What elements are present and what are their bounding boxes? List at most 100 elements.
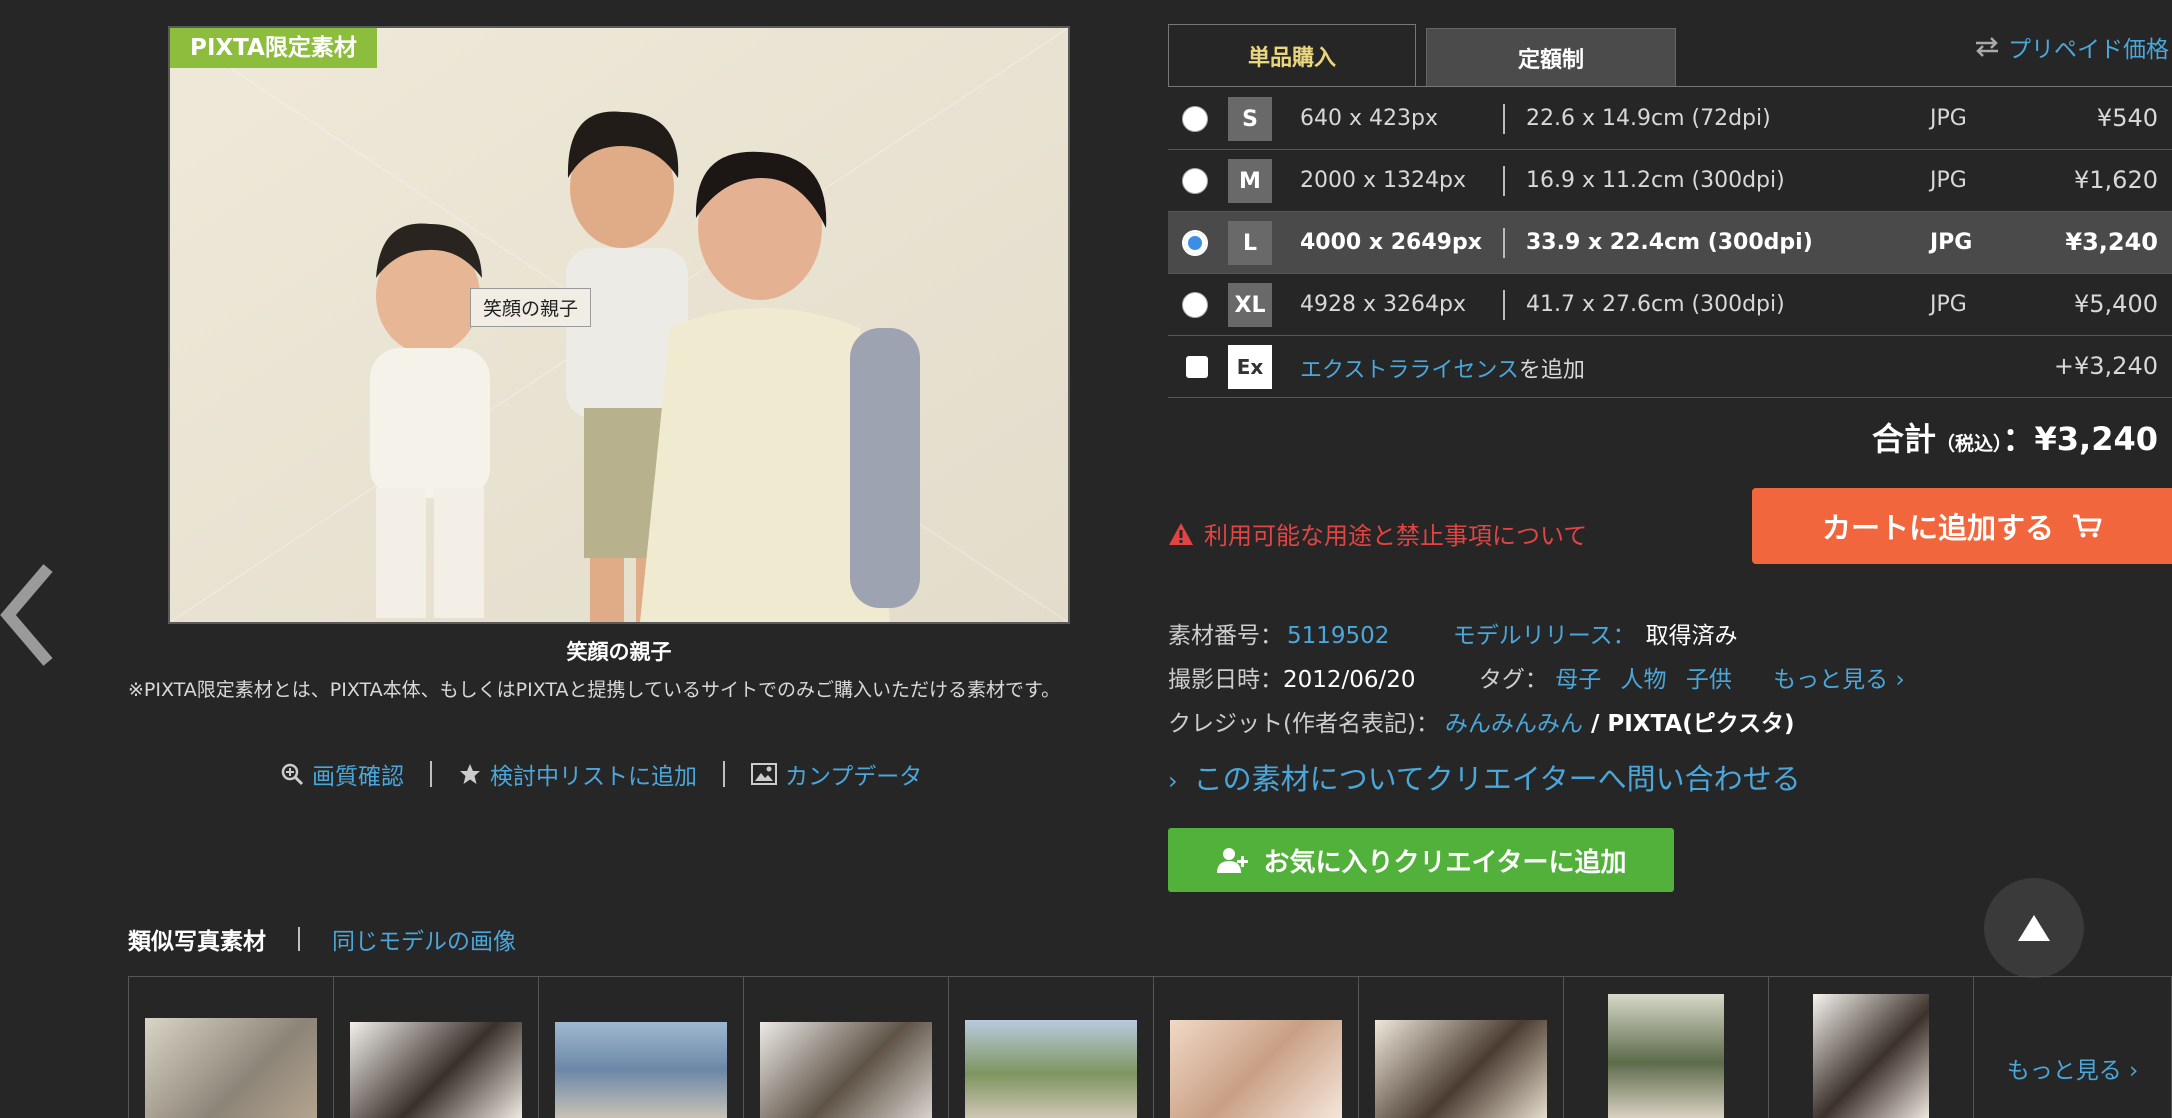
model-release-label: モデルリリース： — [1452, 623, 1636, 649]
size-code: L — [1228, 221, 1272, 265]
image-icon — [751, 763, 777, 785]
size-row-l[interactable]: L 4000 x 2649px 33.9 x 22.4cm (300dpi) J… — [1168, 212, 2172, 274]
size-price: ¥1,620 — [2074, 166, 2158, 194]
similar-thumbnail[interactable] — [539, 977, 744, 1118]
size-format: JPG — [1930, 106, 1967, 131]
shoot-date-label: 撮影日時： — [1168, 667, 1283, 693]
similar-thumbnail[interactable] — [1359, 977, 1564, 1118]
material-id[interactable]: 5119502 — [1287, 623, 1389, 649]
similar-thumbnail[interactable] — [129, 977, 334, 1118]
more-tags-link[interactable]: もっと見る › — [1773, 667, 1905, 693]
thumbnail-image — [965, 1020, 1137, 1118]
divider — [298, 927, 300, 951]
chevron-right-icon: › — [1168, 767, 1178, 795]
tag-label: タグ： — [1478, 667, 1548, 693]
prepaid-price-link[interactable]: プリペイド価格 — [1974, 30, 2169, 64]
similar-photo-strip: もっと見る › — [128, 976, 2172, 1118]
add-favorite-creator-button[interactable]: お気に入りクリエイターに追加 — [1168, 828, 1674, 892]
size-radio[interactable] — [1182, 168, 1208, 194]
size-row-m[interactable]: M 2000 x 1324px 16.9 x 11.2cm (300dpi) J… — [1168, 150, 2172, 212]
similar-thumbnail[interactable] — [1564, 977, 1769, 1118]
tax-label: （税込） — [1935, 433, 2003, 455]
quality-check-label: 画質確認 — [312, 764, 404, 790]
date-tag-row: 撮影日時：2012/06/20 タグ： 母子 人物 子供 もっと見る › — [1168, 660, 1905, 694]
creator-inquiry-label: この素材についてクリエイターへ問い合わせる — [1193, 762, 1801, 796]
credit-row: クレジット(作者名表記)： みんみんみん / PIXTA(ピクスタ) — [1168, 704, 1795, 738]
more-similar-link[interactable]: もっと見る › — [1974, 977, 2171, 1118]
size-format: JPG — [1930, 292, 1967, 317]
extra-license-row[interactable]: Ex エクストラライセンスを追加 +¥3,240 — [1168, 336, 2172, 398]
similar-tabs: 類似写真素材 同じモデルの画像 — [128, 922, 516, 956]
similar-thumbnail[interactable] — [949, 977, 1154, 1118]
wishlist-label: 検討中リストに追加 — [490, 764, 697, 790]
thumbnail-image — [1170, 1020, 1342, 1118]
size-pixels: 2000 x 1324px — [1300, 168, 1466, 193]
tab-underline — [1168, 86, 2172, 87]
thumbnail-image — [350, 1022, 522, 1118]
comp-data-link[interactable]: カンプデータ — [751, 757, 922, 791]
shoot-date: 2012/06/20 — [1283, 667, 1416, 693]
extra-license-checkbox[interactable] — [1186, 356, 1208, 378]
size-row-xl[interactable]: XL 4928 x 3264px 41.7 x 27.6cm (300dpi) … — [1168, 274, 2172, 336]
divider — [1503, 290, 1505, 320]
extra-license-link[interactable]: エクストラライセンス — [1300, 358, 1519, 383]
total-label: 合計 — [1871, 420, 1936, 458]
usage-warning-link[interactable]: 利用可能な用途と禁止事項について — [1168, 516, 1587, 551]
add-user-icon — [1216, 848, 1248, 873]
similar-thumbnail[interactable] — [334, 977, 539, 1118]
tab-single-purchase[interactable]: 単品購入 — [1168, 24, 1416, 86]
size-radio[interactable] — [1182, 106, 1208, 132]
author-link[interactable]: みんみんみん — [1445, 711, 1583, 737]
extra-license-suffix: を追加 — [1518, 358, 1585, 383]
model-release-value: 取得済み — [1645, 623, 1738, 649]
size-radio[interactable] — [1182, 292, 1208, 318]
divider — [1503, 228, 1505, 258]
size-price: ¥3,240 — [2065, 228, 2158, 256]
previous-arrow-icon[interactable] — [0, 560, 60, 670]
triangle-up-icon — [2018, 915, 2050, 941]
size-format: JPG — [1930, 230, 1973, 255]
total-price: 合計（税込）：¥3,240 — [1872, 414, 2158, 460]
tag-link[interactable]: 母子 — [1555, 667, 1601, 693]
size-radio-selected[interactable] — [1182, 230, 1208, 256]
swap-arrows-icon — [1976, 37, 1998, 57]
size-pixels: 4000 x 2649px — [1300, 230, 1482, 255]
divider — [430, 761, 432, 787]
tab-same-model[interactable]: 同じモデルの画像 — [332, 922, 516, 956]
photo-illustration — [170, 28, 1068, 622]
size-pixels: 4928 x 3264px — [1300, 292, 1466, 317]
scroll-to-top-button[interactable] — [1984, 878, 2084, 978]
main-photo[interactable] — [168, 26, 1070, 624]
divider — [1503, 166, 1505, 196]
photo-caption: 笑顔の親子 — [566, 640, 672, 664]
photo-tools: 画質確認 検討中リストに追加 カンプデータ — [280, 756, 922, 792]
star-icon — [460, 764, 480, 784]
pixta-exclusive-badge: PIXTA限定素材 — [170, 28, 377, 68]
size-pixels: 640 x 423px — [1300, 106, 1438, 131]
similar-thumbnail[interactable] — [744, 977, 949, 1118]
size-code: M — [1228, 159, 1272, 203]
divider — [723, 761, 725, 787]
photo-title-tooltip: 笑顔の親子 — [470, 288, 592, 327]
thumbnail-image — [1813, 994, 1929, 1118]
extra-license-text: エクストラライセンスを追加 — [1300, 352, 1585, 384]
tab-subscription[interactable]: 定額制 — [1426, 28, 1676, 86]
size-code: S — [1228, 97, 1272, 141]
add-to-cart-button[interactable]: カートに追加する — [1752, 488, 2172, 564]
total-value: ¥3,240 — [2034, 420, 2158, 458]
size-row-s[interactable]: S 640 x 423px 22.6 x 14.9cm (72dpi) JPG … — [1168, 88, 2172, 150]
extra-license-code: Ex — [1228, 345, 1272, 389]
similar-thumbnail[interactable] — [1154, 977, 1359, 1118]
size-print: 33.9 x 22.4cm (300dpi) — [1526, 230, 1813, 255]
creator-inquiry-link[interactable]: › この素材についてクリエイターへ問い合わせる — [1168, 756, 1801, 798]
warning-icon — [1169, 522, 1193, 545]
usage-warning-label: 利用可能な用途と禁止事項について — [1204, 522, 1588, 550]
tag-link[interactable]: 人物 — [1621, 667, 1667, 693]
tag-link[interactable]: 子供 — [1686, 667, 1732, 693]
similar-thumbnail[interactable] — [1769, 977, 1974, 1118]
tab-similar-photos[interactable]: 類似写真素材 — [128, 922, 266, 956]
wishlist-link[interactable]: 検討中リストに追加 — [458, 757, 697, 791]
quality-check-link[interactable]: 画質確認 — [280, 757, 404, 791]
size-print: 22.6 x 14.9cm (72dpi) — [1526, 106, 1771, 131]
thumbnail-image — [1608, 994, 1724, 1118]
